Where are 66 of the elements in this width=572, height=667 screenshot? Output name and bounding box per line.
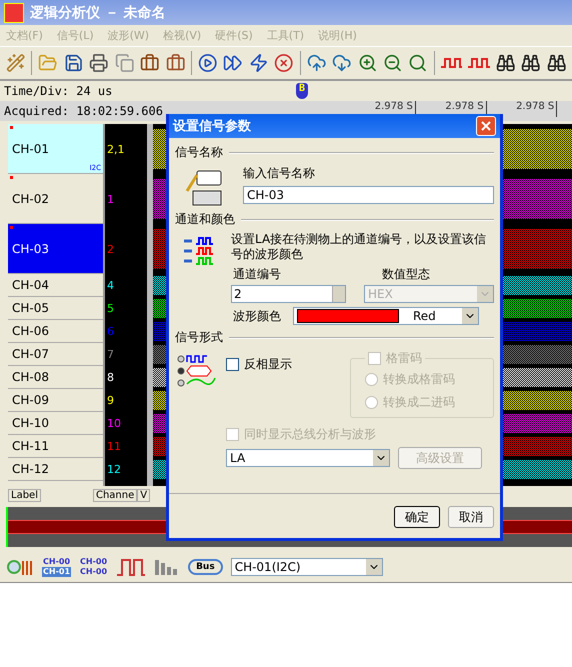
pulse-icon[interactable] xyxy=(116,557,146,577)
column-header[interactable]: Channe xyxy=(92,488,138,502)
channel-number: 8 xyxy=(107,371,114,384)
channel-spinner[interactable]: 2 xyxy=(231,285,346,303)
mode-select[interactable]: LA xyxy=(226,449,390,467)
briefcase-icon[interactable] xyxy=(140,53,160,73)
description-text: 设置LA接在待测物上的通道编号，以及设置该信号的波形颜色 xyxy=(231,232,488,262)
stop-icon[interactable] xyxy=(274,53,294,73)
signal-name-input[interactable]: CH-03 xyxy=(243,186,494,204)
field-label: 波形颜色 xyxy=(232,308,281,324)
fast-forward-icon[interactable] xyxy=(223,53,243,73)
channel-number: 1 xyxy=(107,192,114,206)
close-icon[interactable] xyxy=(481,121,491,131)
zoom-in-icon[interactable] xyxy=(358,53,378,73)
app-logo-icon xyxy=(4,2,24,22)
bus-icon[interactable]: Bus xyxy=(188,559,223,575)
waveform-icon xyxy=(468,58,490,68)
ruler-tick-label: 2.978 S xyxy=(516,101,558,117)
channel-label[interactable]: CH-02 xyxy=(8,174,103,224)
column-header[interactable]: Label xyxy=(8,488,41,502)
cloud-remove-icon[interactable] xyxy=(332,53,352,73)
channel-number: 2 xyxy=(107,242,114,256)
channel-number: 7 xyxy=(107,348,114,361)
field-label: 通道编号 xyxy=(232,266,282,283)
briefcase-icon[interactable] xyxy=(166,53,186,73)
binoculars-icon[interactable] xyxy=(546,53,566,73)
channel-number: 5 xyxy=(107,302,114,315)
binoculars-icon[interactable] xyxy=(521,53,541,73)
column-header[interactable]: V xyxy=(137,488,150,502)
zoom-out-icon[interactable] xyxy=(383,53,402,73)
channel-label[interactable]: CH-03 xyxy=(8,224,103,274)
close-button[interactable] xyxy=(476,116,496,136)
window-title: 逻辑分析仪 － 未命名 xyxy=(30,4,166,22)
channel-select[interactable]: CH-01(I2C) xyxy=(230,558,383,576)
channel-waves-icon xyxy=(182,236,216,266)
printer-icon[interactable] xyxy=(89,53,109,73)
save-icon[interactable] xyxy=(64,53,84,73)
wand-icon[interactable] xyxy=(6,53,26,73)
clock-arrows-icon[interactable] xyxy=(6,557,34,577)
channel-number: 10 xyxy=(107,417,121,430)
time-div-label: Time/Div: 24 us xyxy=(4,84,112,98)
ok-button[interactable]: 确定 xyxy=(394,506,440,528)
marker-flag[interactable]: B xyxy=(296,83,308,99)
section-heading: 信号形式 xyxy=(175,329,223,346)
channel-pair-icon[interactable]: CH-00 CH-00 xyxy=(79,557,108,577)
acquired-time: Acquired: 18:02:59.606 xyxy=(4,104,163,118)
channel-number: 2,1 xyxy=(107,142,124,156)
section-heading: 信号名称 xyxy=(175,144,223,161)
channel-number: 6 xyxy=(107,325,114,338)
color-select[interactable]: Red xyxy=(293,307,479,325)
cancel-button[interactable]: 取消 xyxy=(448,506,494,528)
channel-number: 11 xyxy=(107,440,121,453)
invert-checkbox[interactable]: 反相显示 xyxy=(226,356,336,373)
play-icon[interactable] xyxy=(198,53,218,73)
section-heading: 通道和颜色 xyxy=(175,211,235,228)
search-icon[interactable] xyxy=(408,53,428,73)
field-label: 数值型态 xyxy=(381,266,431,283)
lightning-icon[interactable] xyxy=(248,53,268,73)
waveform-icon xyxy=(440,58,462,68)
channel-number: 4 xyxy=(107,279,114,292)
binoculars-icon[interactable] xyxy=(496,53,516,73)
field-label: 输入信号名称 xyxy=(243,165,316,182)
channel-number: 9 xyxy=(107,394,114,407)
channel-number: 12 xyxy=(107,463,121,476)
dialog-title: 设置信号参数 xyxy=(173,118,251,135)
cloud-add-icon[interactable] xyxy=(306,53,326,73)
